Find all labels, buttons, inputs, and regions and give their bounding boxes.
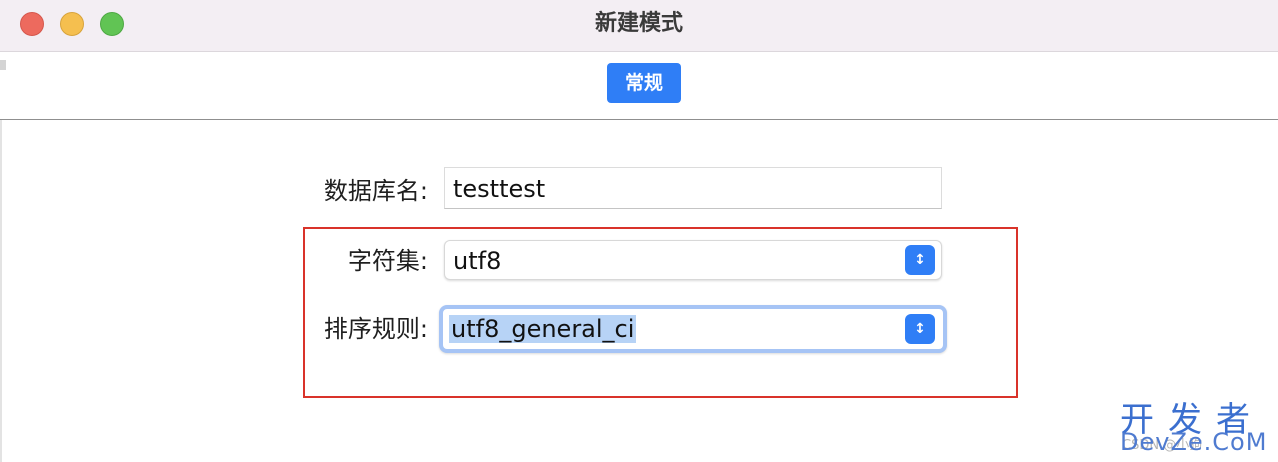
toolbar: 常规 bbox=[0, 53, 1278, 120]
background-window-edge bbox=[0, 60, 6, 70]
annotation-highlight-box bbox=[303, 227, 1018, 398]
window-title: 新建模式 bbox=[594, 11, 683, 36]
watermark-en: DevZe.CoM bbox=[1120, 428, 1268, 456]
db-name-input[interactable]: testtest bbox=[444, 167, 942, 209]
db-name-label: 数据库名: bbox=[323, 177, 428, 205]
tab-general[interactable]: 常规 bbox=[607, 63, 681, 103]
background-window-border bbox=[0, 120, 2, 462]
new-schema-window: 新建模式 常规 数据库名: testtest 字符集: utf8 ↕ 排序规则:… bbox=[0, 0, 1278, 462]
title-bar: 新建模式 bbox=[0, 0, 1278, 52]
